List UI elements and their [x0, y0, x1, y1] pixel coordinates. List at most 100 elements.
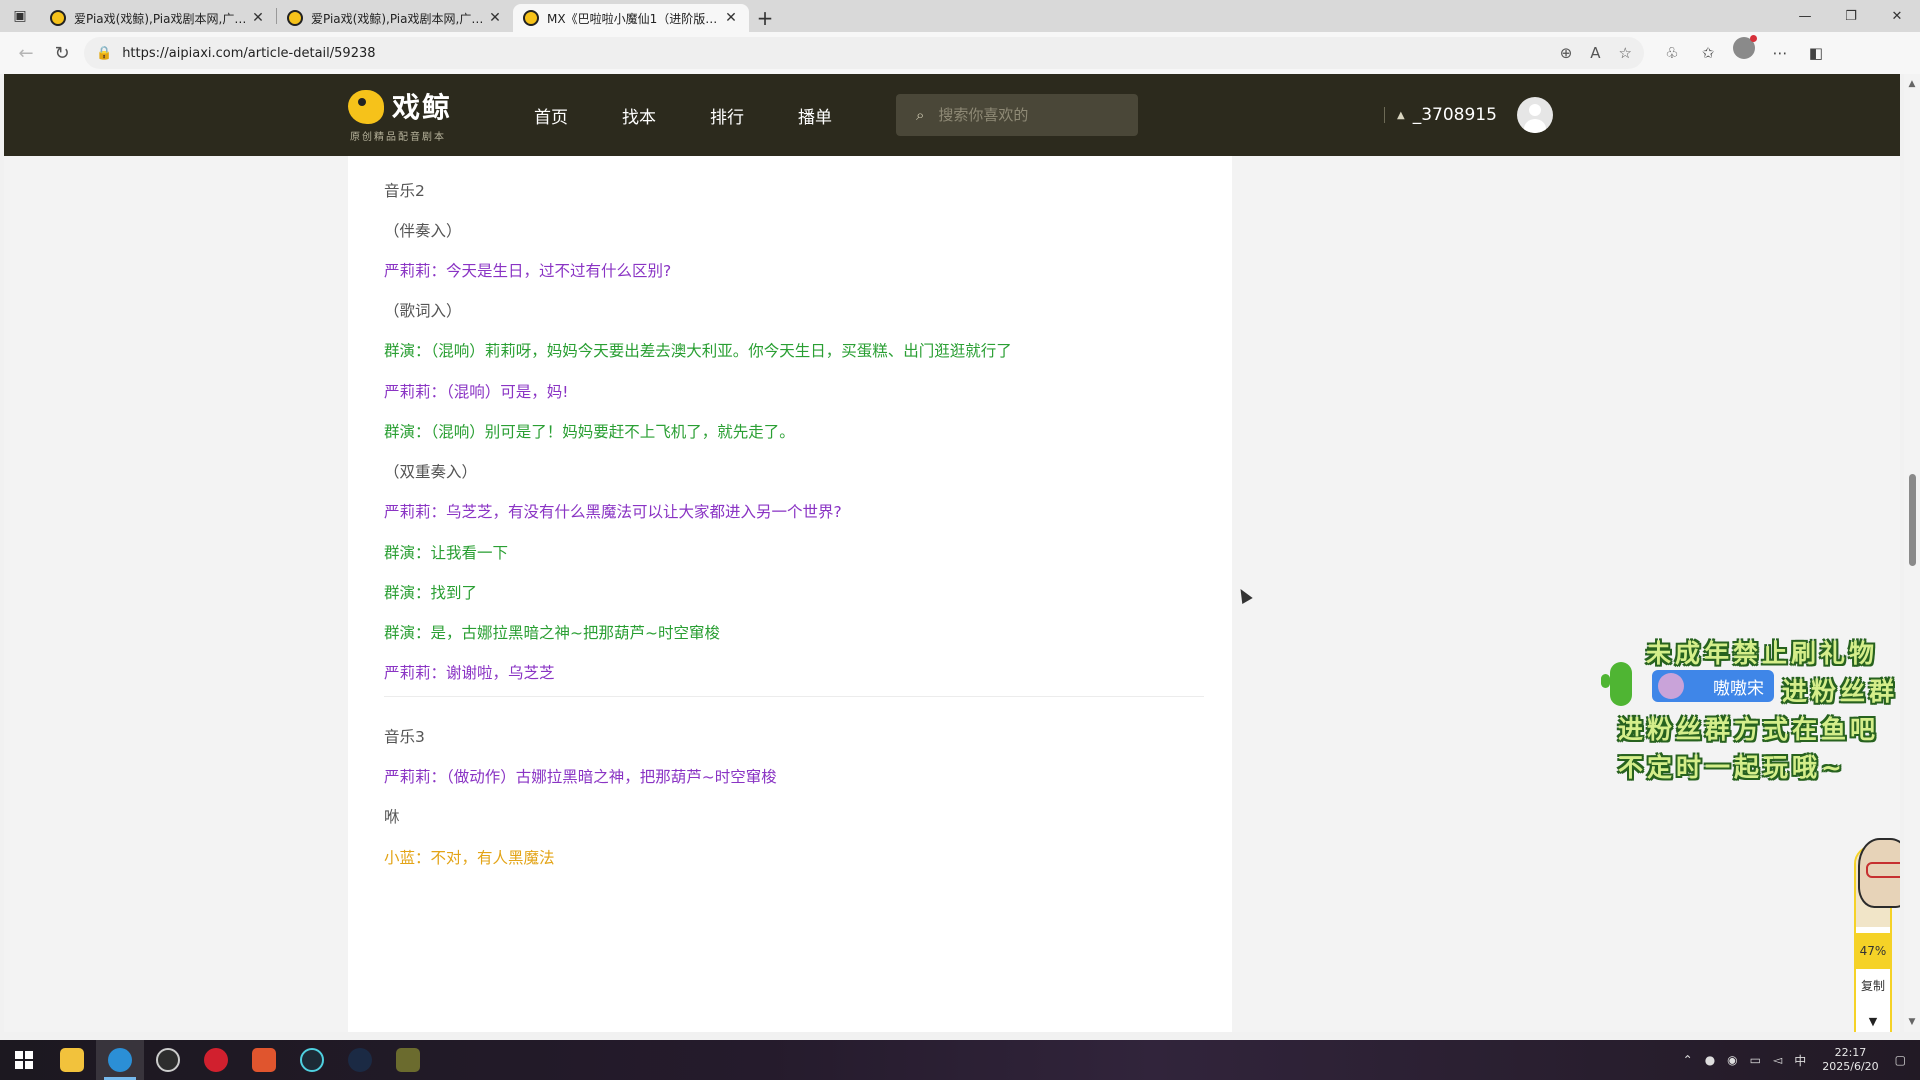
script-article: 音乐2 （伴奏入） 严莉莉：今天是生日，过不过有什么区别? （歌词入） 群演：（混响）莉… [348, 156, 1253, 1032]
user-box: ▲ _3708915 [1384, 74, 1553, 156]
search-input[interactable] [938, 106, 1109, 124]
browser-tab-bar: ▣ 爱Pia戏(戏鲸),Pia戏剧本网,广播剧 ✕ 爱Pia戏(戏鲸),Pia戏… [0, 0, 1920, 32]
steam-icon [348, 1048, 372, 1072]
ime-icon[interactable]: 中 [1794, 1052, 1806, 1069]
netease-music-icon [204, 1048, 228, 1072]
windows-icon [15, 1051, 33, 1069]
refresh-icon[interactable]: ↻ [44, 37, 80, 69]
logo-name: 戏鲸 [392, 91, 453, 124]
taskbar-app-5[interactable] [240, 1040, 288, 1080]
taskbar: ⌃ ● ◉ ▭ ◅ 中 22:17 2025/6/20 ▢ [0, 1040, 1920, 1080]
nav-item-ranking[interactable]: 排行 [710, 103, 744, 128]
nav-item-playlist[interactable]: 播单 [798, 103, 832, 128]
tray-expand-icon[interactable]: ⌃ [1683, 1053, 1693, 1067]
scroll-down-icon[interactable]: ▼ [1904, 1014, 1920, 1030]
notification-icon[interactable]: ▢ [1895, 1053, 1906, 1067]
script-line: （伴奏入） [384, 222, 462, 240]
chevron-down-icon[interactable]: ▼ [1856, 1015, 1890, 1028]
taskbar-app-1[interactable] [48, 1040, 96, 1080]
edge-browser-icon [108, 1048, 132, 1072]
section-divider [384, 696, 1204, 697]
site-favicon-icon [523, 10, 539, 26]
overlay-line-1: 未成年禁止刷礼物 [1646, 639, 1879, 668]
start-button[interactable] [0, 1040, 48, 1080]
header-divider [1384, 107, 1385, 123]
zoom-icon[interactable]: ⊕ [1560, 44, 1573, 62]
restore-icon[interactable]: ❐ [1828, 0, 1874, 32]
network-icon[interactable]: ▭ [1750, 1053, 1761, 1067]
address-toolbar: ← ↻ 🔒 https://aipiaxi.com/article-detail… [0, 32, 1920, 74]
read-aloud-icon[interactable]: A [1590, 44, 1600, 62]
volume-icon[interactable]: ◅ [1773, 1053, 1782, 1067]
section-heading: 音乐2 [384, 182, 425, 200]
mic-icon[interactable]: ● [1705, 1053, 1715, 1067]
favorites-icon[interactable]: ✩ [1690, 37, 1726, 69]
url-text[interactable]: https://aipiaxi.com/article-detail/59238 [122, 46, 1542, 61]
script-line: 咻 [384, 808, 400, 826]
site-logo[interactable]: 戏鲸 原创精品配音剧本 [348, 84, 468, 146]
search-icon[interactable]: ⌕ [916, 106, 924, 124]
more-menu-icon[interactable]: ⋯ [1762, 37, 1798, 69]
clock[interactable]: 22:17 2025/6/20 [1822, 1046, 1878, 1074]
taskbar-edge[interactable] [96, 1040, 144, 1080]
tab-title: 爱Pia戏(戏鲸),Pia戏剧本网,广播剧 [311, 11, 487, 26]
tab-close-icon[interactable]: ✕ [723, 10, 739, 26]
browser-tab-1[interactable]: 爱Pia戏(戏鲸),Pia戏剧本网,广播剧 ✕ [40, 4, 276, 32]
taskbar-app-3[interactable] [144, 1040, 192, 1080]
back-icon[interactable]: ← [8, 37, 44, 69]
script-line: 严莉莉：乌芝芝，有没有什么黑魔法可以让大家都进入另一个世界? [384, 503, 842, 521]
lock-icon[interactable]: 🔒 [96, 46, 112, 61]
sidebar-toggle-icon[interactable]: ◧ [1798, 37, 1834, 69]
copy-button[interactable]: 复制 [1856, 977, 1890, 994]
user-avatar[interactable] [1516, 97, 1553, 133]
whale-mascot-icon [348, 90, 384, 124]
page-viewport: 戏鲸 原创精品配音剧本 首页 找本 排行 播单 ⌕ ▲ _3708915 音乐2… [4, 74, 1900, 1032]
script-line: 群演：让我看一下 [384, 544, 509, 562]
script-line: 严莉莉：谢谢啦，乌芝芝 [384, 664, 555, 682]
favorite-star-icon[interactable]: ☆ [1619, 44, 1632, 62]
browser-tools: ♧ ✩ ⋯ ◧ [1654, 35, 1834, 69]
nav-item-find-script[interactable]: 找本 [622, 103, 656, 128]
close-window-icon[interactable]: ✕ [1874, 0, 1920, 32]
window-controls: — ❐ ✕ [1782, 0, 1920, 32]
script-line: （歌词入） [384, 302, 462, 320]
taskbar-app-4[interactable] [192, 1040, 240, 1080]
game-app-icon [396, 1048, 420, 1072]
page-scrollbar[interactable]: ▲ ▼ [1904, 74, 1920, 1032]
overlay-line-4: 不定时一起玩哦~ [1618, 753, 1846, 782]
new-tab-button[interactable]: + [749, 4, 781, 32]
minimize-icon[interactable]: — [1782, 0, 1828, 32]
tab-title: 爱Pia戏(戏鲸),Pia戏剧本网,广播剧 [74, 11, 250, 26]
username[interactable]: _3708915 [1413, 105, 1497, 125]
url-bar[interactable]: 🔒 https://aipiaxi.com/article-detail/592… [84, 37, 1644, 69]
extension-icon[interactable]: ♧ [1654, 37, 1690, 69]
steam-tray-icon[interactable]: ◉ [1727, 1053, 1737, 1067]
section-heading: 音乐3 [384, 728, 425, 746]
overlay-line-2: 进粉丝群 [1782, 677, 1899, 706]
ring-app-icon [300, 1048, 324, 1072]
taskbar-app-8[interactable] [384, 1040, 432, 1080]
profile-avatar-icon[interactable] [1733, 35, 1757, 59]
tab-close-icon[interactable]: ✕ [487, 10, 503, 26]
site-favicon-icon [50, 10, 66, 26]
taskbar-app-6[interactable] [288, 1040, 336, 1080]
progress-percent: 47% [1856, 933, 1890, 969]
overlay-name-badge: 嗷嗷宋 [1652, 670, 1774, 702]
taskbar-app-7[interactable] [336, 1040, 384, 1080]
script-line: 群演：（混响）莉莉呀，妈妈今天要出差去澳大利亚。你今天生日，买蛋糕、出门逛逛就行… [384, 342, 1012, 360]
logo-slogan: 原创精品配音剧本 [350, 132, 446, 143]
script-line: （双重奏入） [384, 463, 478, 481]
mascot-app-icon [60, 1048, 84, 1072]
nav-item-home[interactable]: 首页 [534, 103, 568, 128]
site-favicon-icon [287, 10, 303, 26]
cactus-icon [1601, 662, 1632, 706]
tab-actions-icon[interactable]: ▣ [0, 0, 40, 32]
mascot-character-icon [1858, 838, 1900, 908]
caret-up-icon[interactable]: ▲ [1397, 110, 1405, 121]
browser-tab-3-active[interactable]: MX《巴啦啦小魔仙1（进阶版）》 ✕ [513, 4, 749, 32]
script-line: 严莉莉：（做动作）古娜拉黑暗之神，把那葫芦~时空窜梭 [384, 768, 777, 786]
scroll-up-icon[interactable]: ▲ [1904, 76, 1920, 92]
tab-close-icon[interactable]: ✕ [250, 10, 266, 26]
scrollbar-thumb[interactable] [1909, 474, 1916, 566]
browser-tab-2[interactable]: 爱Pia戏(戏鲸),Pia戏剧本网,广播剧 ✕ [277, 4, 513, 32]
